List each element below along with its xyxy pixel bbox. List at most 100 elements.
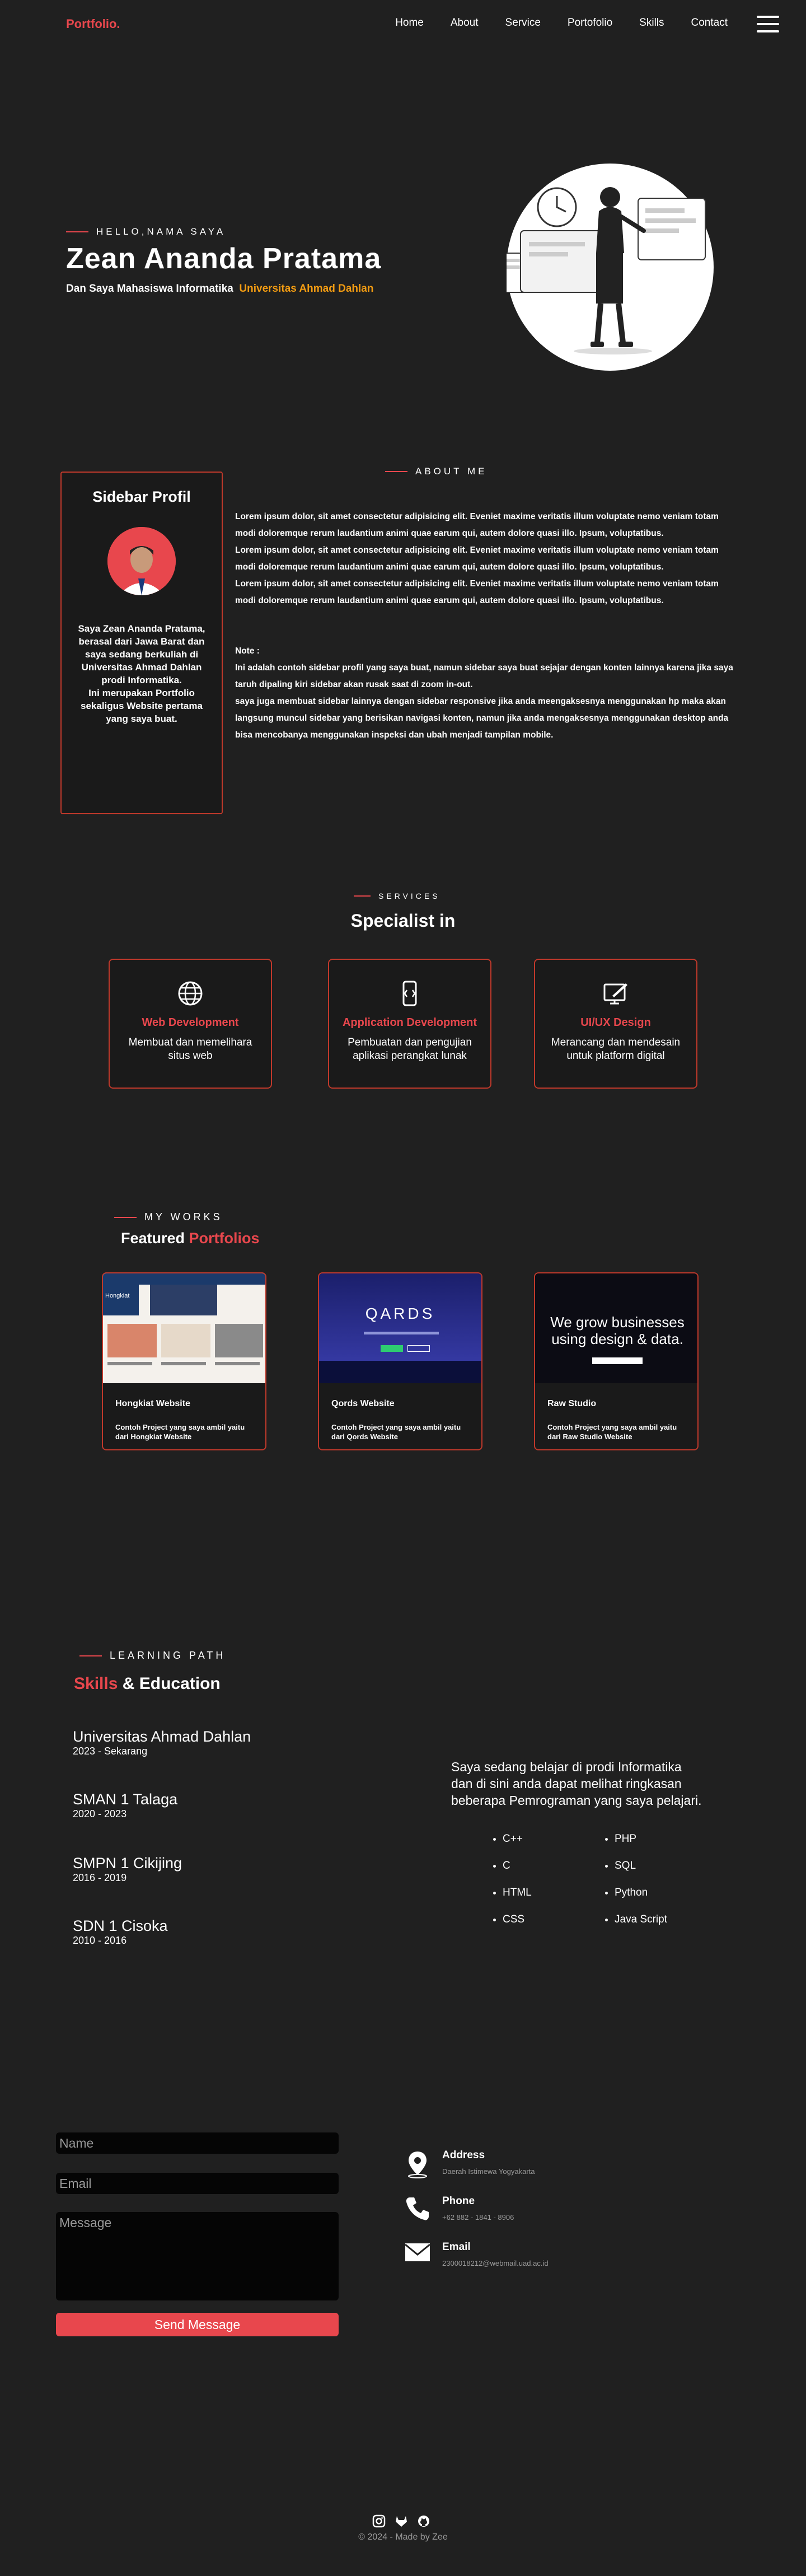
note-line: langsung muncul sidebar yang berisikan n…	[235, 713, 729, 723]
hero-subtitle-text: Dan Saya Mahasiswa Informatika	[66, 283, 233, 295]
sidebar-text-line: Saya Zean Ananda Pratama,	[78, 623, 205, 634]
education-school: Universitas Ahmad Dahlan	[73, 1728, 251, 1745]
portfolio-title: Raw Studio	[547, 1399, 597, 1408]
social-links	[372, 2514, 430, 2528]
portfolio-desc-line: dari Qords Website	[331, 1432, 398, 1441]
learning-eyebrow: LEARNING PATH	[79, 1650, 226, 1662]
intro-line: Saya sedang belajar di prodi Informatika	[451, 1760, 682, 1774]
portfolio-card-rawstudio[interactable]: We grow businesses using design & data. …	[534, 1272, 699, 1450]
education-years: 2023 - Sekarang	[73, 1746, 148, 1757]
skill-item: Python	[615, 1879, 667, 1906]
hero-eyebrow: HELLO,NAMA SAYA	[66, 226, 226, 237]
service-card-uiux[interactable]: UI/UX Design Merancang dan mendesain untu…	[534, 959, 697, 1089]
portfolio-card-hongkiat[interactable]: Hongkiat Hongkiat Website Contoh Project…	[102, 1272, 266, 1450]
education-item: SDN 1 Cisoka 2010 - 2016	[73, 1917, 168, 1947]
service-card-app[interactable]: Application Development Pembuatan dan pe…	[328, 959, 491, 1089]
logo[interactable]: Portfolio.	[66, 17, 120, 31]
service-title: UI/UX Design	[580, 1016, 651, 1029]
about-line: modi doloremque rerum laudantium animi q…	[235, 562, 664, 572]
works-title-b: Portfolios	[189, 1230, 260, 1247]
nav-about[interactable]: About	[451, 17, 479, 29]
sidebar-text-line: saya sedang berkuliah di	[85, 649, 199, 660]
name-field[interactable]: Name	[56, 2132, 339, 2154]
services-title: Specialist in	[350, 911, 456, 931]
phone-icon	[406, 2197, 429, 2220]
sidebar-text-line: prodi Informatika.	[101, 675, 182, 685]
nav-home[interactable]: Home	[395, 17, 424, 29]
skill-item: CSS	[503, 1906, 532, 1933]
portfolio-title: Hongkiat Website	[115, 1399, 190, 1408]
nav-service[interactable]: Service	[505, 17, 541, 29]
hero-subtitle: Dan Saya Mahasiswa Informatika Universit…	[66, 283, 373, 295]
about-line: Lorem ipsum dolor, sit amet consectetur …	[235, 512, 719, 521]
about-paragraph: Lorem ipsum dolor, sit amet consectetur …	[235, 508, 739, 609]
sidebar-profile: Sidebar Profil Saya Zean Ananda Pratama,…	[60, 472, 223, 814]
portfolio-desc-line: Contoh Project yang saya ambil yaitu	[547, 1423, 677, 1431]
education-school: SDN 1 Cisoka	[73, 1917, 168, 1934]
portfolio-desc-line: dari Raw Studio Website	[547, 1432, 632, 1441]
education-item: Universitas Ahmad Dahlan 2023 - Sekarang	[73, 1728, 251, 1757]
contact-address: Address Daerah Istimewa Yogyakarta	[404, 2149, 535, 2178]
note-line: Ini adalah contoh sidebar profil yang sa…	[235, 663, 733, 673]
portfolio-card-qords[interactable]: QARDS Qords Website Contoh Project yang …	[318, 1272, 482, 1450]
phone-title: Phone	[442, 2195, 475, 2207]
sidebar-text-line: berasal dari Jawa Barat dan	[78, 636, 205, 647]
skill-item: Java Script	[615, 1906, 667, 1933]
address-title: Address	[442, 2149, 485, 2161]
phone-value: +62 882 - 1841 - 8906	[442, 2213, 514, 2222]
learning-title-a: Skills	[74, 1674, 118, 1693]
about-note: Note : Ini adalah contoh sidebar profil …	[235, 643, 739, 744]
hero-name: Zean Ananda Pratama	[66, 242, 382, 275]
portfolio-desc-line: Contoh Project yang saya ambil yaitu	[331, 1423, 461, 1431]
about-line: modi doloremque rerum laudantium animi q…	[235, 596, 664, 605]
learning-eyebrow-text: LEARNING PATH	[110, 1650, 226, 1661]
note-label: Note :	[235, 646, 260, 656]
sidebar-text-line: Universitas Ahmad Dahlan	[81, 662, 202, 673]
portfolio-title: Qords Website	[331, 1399, 395, 1408]
portfolio-desc-line: Contoh Project yang saya ambil yaitu	[115, 1423, 245, 1431]
instagram-icon[interactable]	[372, 2514, 386, 2528]
education-years: 2010 - 2016	[73, 1935, 127, 1946]
skills-list-right: PHP SQL Python Java Script	[615, 1826, 667, 1933]
service-desc-line: aplikasi perangkat lunak	[353, 1050, 467, 1062]
service-desc-line: untuk platform digital	[566, 1050, 665, 1062]
education-years: 2016 - 2019	[73, 1872, 127, 1883]
nav-portofolio[interactable]: Portofolio	[568, 17, 612, 29]
send-message-button[interactable]: Send Message	[56, 2313, 339, 2336]
hamburger-menu-icon[interactable]	[757, 16, 779, 32]
email-field[interactable]: Email	[56, 2173, 339, 2194]
about-line: Lorem ipsum dolor, sit amet consectetur …	[235, 545, 719, 555]
service-card-web[interactable]: Web Development Membuat dan memelihara si…	[109, 959, 272, 1089]
education-school: SMAN 1 Talaga	[73, 1791, 178, 1808]
learning-intro: Saya sedang belajar di prodi Informatika…	[451, 1758, 702, 1809]
education-years: 2020 - 2023	[73, 1808, 127, 1819]
education-item: SMAN 1 Talaga 2020 - 2023	[73, 1791, 177, 1820]
shot-label: QARDS	[365, 1305, 435, 1322]
gitlab-icon[interactable]	[395, 2514, 408, 2528]
portfolio-desc-line: dari Hongkiat Website	[115, 1432, 192, 1441]
service-desc-line: Pembuatan dan pengujian	[348, 1037, 472, 1048]
portfolio-screenshot: Hongkiat	[103, 1273, 265, 1383]
skill-item: PHP	[615, 1826, 667, 1852]
services-eyebrow: SERVICES	[354, 892, 441, 900]
main-nav: Home About Service Portofolio Skills Con…	[395, 17, 728, 29]
email-value: 2300018212@webmail.uad.ac.id	[442, 2259, 549, 2267]
mail-icon	[405, 2243, 430, 2261]
works-eyebrow: MY WORKS	[114, 1211, 223, 1223]
works-title-a: Featured	[121, 1230, 185, 1247]
sidebar-text-line: yang saya buat.	[106, 713, 177, 724]
nav-contact[interactable]: Contact	[691, 17, 728, 29]
message-field[interactable]: Message	[56, 2212, 339, 2300]
github-icon[interactable]	[417, 2514, 430, 2528]
service-title: Application Development	[342, 1016, 477, 1029]
nav-skills[interactable]: Skills	[639, 17, 664, 29]
shot-label: We grow businesses using design & data.	[550, 1314, 685, 1347]
footer-copyright: © 2024 - Made by Zee	[358, 2532, 448, 2542]
sidebar-title: Sidebar Profil	[92, 488, 191, 505]
hero-illustration	[495, 164, 714, 371]
portfolio-screenshot: QARDS	[319, 1273, 481, 1383]
hero-eyebrow-text: HELLO,NAMA SAYA	[96, 226, 226, 237]
email-title: Email	[442, 2241, 471, 2253]
skill-item: C++	[503, 1826, 532, 1852]
globe-icon	[178, 981, 203, 1006]
